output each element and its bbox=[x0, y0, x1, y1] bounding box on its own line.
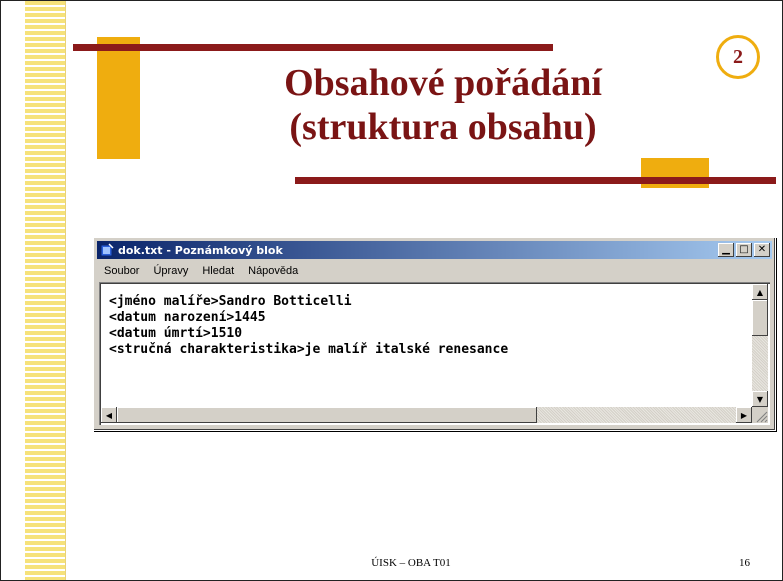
footer-text: ÚISK – OBA T01 bbox=[371, 557, 451, 569]
resize-grip-icon bbox=[756, 411, 768, 423]
resize-grip[interactable] bbox=[752, 407, 768, 423]
text-line: <datum narození>1445 bbox=[109, 310, 266, 325]
vertical-scroll-thumb[interactable] bbox=[752, 300, 768, 336]
slide-badge: 2 bbox=[716, 35, 760, 79]
minimize-icon: ▁ bbox=[722, 244, 730, 255]
maximize-button[interactable]: □ bbox=[736, 243, 752, 257]
arrow-down-icon: ▼ bbox=[756, 394, 764, 404]
menu-soubor[interactable]: Soubor bbox=[97, 265, 146, 277]
horizontal-scroll-thumb[interactable] bbox=[117, 407, 537, 423]
menu-hledat[interactable]: Hledat bbox=[195, 265, 241, 277]
text-line: <jméno malíře>Sandro Botticelli bbox=[109, 294, 352, 309]
maximize-icon: □ bbox=[739, 244, 749, 255]
arrow-up-icon: ▲ bbox=[756, 287, 764, 297]
decorative-stripes bbox=[25, 1, 66, 580]
text-line: <datum úmrtí>1510 bbox=[109, 326, 243, 341]
menu-upravy[interactable]: Úpravy bbox=[146, 265, 195, 277]
window-title: dok.txt - Poznámkový blok bbox=[118, 243, 283, 257]
title-line-2: (struktura obsahu) bbox=[289, 106, 597, 148]
menu-napoveda[interactable]: Nápověda bbox=[241, 265, 305, 277]
arrow-right-icon: ▶ bbox=[740, 410, 748, 420]
page-number: 16 bbox=[739, 557, 750, 569]
vertical-scrollbar[interactable]: ▲ ▼ bbox=[752, 284, 768, 407]
close-button[interactable]: ✕ bbox=[754, 243, 770, 257]
gold-accent-left bbox=[97, 37, 140, 159]
notepad-icon bbox=[100, 243, 114, 257]
text-editor[interactable]: <jméno malíře>Sandro Botticelli <datum na… bbox=[99, 282, 770, 425]
menu-bar: Soubor Úpravy Hledat Nápověda bbox=[97, 262, 772, 280]
scroll-right-button[interactable]: ▶ bbox=[736, 407, 752, 423]
scroll-left-button[interactable]: ◀ bbox=[101, 407, 117, 423]
slide-frame: 2 Obsahové pořádání (struktura obsahu) d… bbox=[0, 0, 783, 581]
scroll-down-button[interactable]: ▼ bbox=[752, 391, 768, 407]
slide-title: Obsahové pořádání (struktura obsahu) bbox=[223, 61, 663, 149]
close-icon: ✕ bbox=[757, 244, 767, 255]
title-bar-top bbox=[73, 44, 553, 51]
text-line: <stručná charakteristika>je malíř italsk… bbox=[109, 342, 509, 357]
horizontal-scrollbar[interactable]: ◀ ▶ bbox=[101, 407, 752, 423]
window-titlebar[interactable]: dok.txt - Poznámkový blok ▁ □ ✕ bbox=[97, 241, 772, 259]
minimize-button[interactable]: ▁ bbox=[718, 243, 734, 257]
scroll-up-button[interactable]: ▲ bbox=[752, 284, 768, 300]
notepad-window: dok.txt - Poznámkový blok ▁ □ ✕ Soubor Ú… bbox=[93, 237, 776, 431]
arrow-left-icon: ◀ bbox=[105, 410, 113, 420]
editor-content: <jméno malíře>Sandro Botticelli <datum na… bbox=[109, 294, 508, 358]
title-line-1: Obsahové pořádání bbox=[284, 62, 602, 104]
title-bar-bottom bbox=[295, 177, 776, 184]
